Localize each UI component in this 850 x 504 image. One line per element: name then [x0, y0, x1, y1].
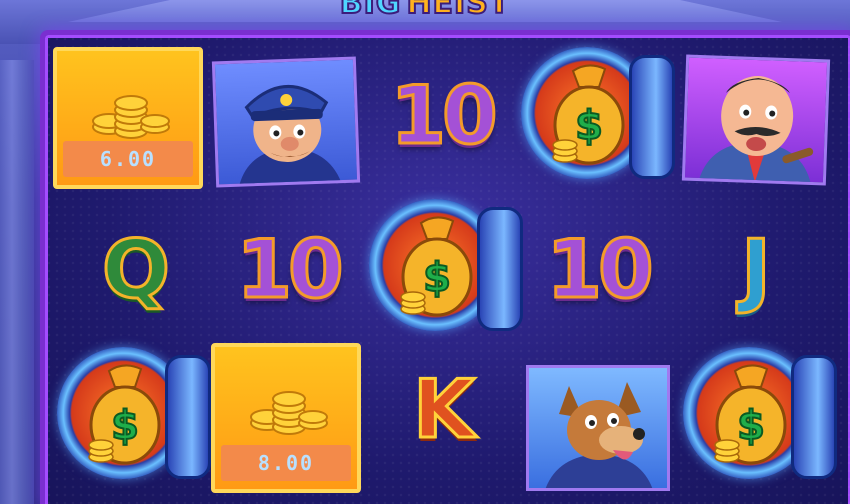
reel-cell-r2c3: $ — [363, 191, 523, 341]
logo-word-heist: HEIST — [405, 0, 511, 22]
cash-symbol: 8.00 — [211, 343, 361, 493]
reel-cell-r2c1: Q — [59, 195, 209, 345]
reel-cell-r1c4: $ — [515, 39, 675, 189]
reel-cell-r1c1: 6.00 — [53, 43, 203, 193]
q-symbol: Q — [100, 223, 171, 316]
money-bag-vault-icon: $ — [677, 339, 837, 489]
svg-text:$: $ — [737, 403, 765, 449]
game-logo: BIG HEIST — [0, 0, 850, 22]
reel-cell-r3c3: K — [367, 335, 517, 485]
mustached-boss-character-icon — [681, 54, 831, 186]
reel-frame: 6.00 10 $ Q 10 $ 10 J $ 8.00 K $ — [40, 30, 850, 504]
reel-cell-r1c3: 10 — [367, 41, 517, 191]
reel-cell-r2c2: 10 — [213, 195, 363, 345]
gold-coins-icon — [250, 391, 328, 435]
ten-symbol: 10 — [545, 223, 655, 316]
game-stage: BIG HEIST 6.00 10 $ Q 10 $ 10 J $ 8.00 K… — [0, 0, 850, 504]
policeman-character-icon — [211, 56, 361, 188]
reel-cell-r1c2 — [211, 47, 361, 197]
ten-symbol: 10 — [235, 223, 345, 316]
guard-dog-character-icon — [526, 365, 670, 491]
reel-cell-r2c5: J — [679, 195, 829, 345]
svg-text:$: $ — [575, 103, 603, 149]
money-bag-vault-icon: $ — [515, 39, 675, 189]
reel-cell-r1c5 — [681, 45, 831, 195]
gold-coins-icon — [92, 95, 170, 139]
cash-value: 6.00 — [63, 141, 193, 177]
k-symbol: K — [412, 363, 477, 456]
reel-cell-r2c4: 10 — [523, 195, 673, 345]
j-symbol: J — [740, 223, 773, 316]
left-pillar — [0, 60, 34, 504]
ten-symbol: 10 — [389, 69, 499, 162]
cash-value: 8.00 — [221, 445, 351, 481]
cash-symbol: 6.00 — [53, 47, 203, 189]
svg-text:$: $ — [111, 403, 139, 449]
money-bag-vault-icon: $ — [51, 339, 211, 489]
reel-cell-r3c1: $ — [51, 339, 211, 489]
money-bag-vault-icon: $ — [363, 191, 523, 341]
reel-cell-r3c5: $ — [677, 339, 837, 489]
reel-cell-r3c2: 8.00 — [211, 343, 361, 493]
svg-text:$: $ — [423, 255, 451, 301]
reel-cell-r3c4 — [523, 353, 673, 503]
logo-word-big: BIG — [339, 0, 402, 22]
